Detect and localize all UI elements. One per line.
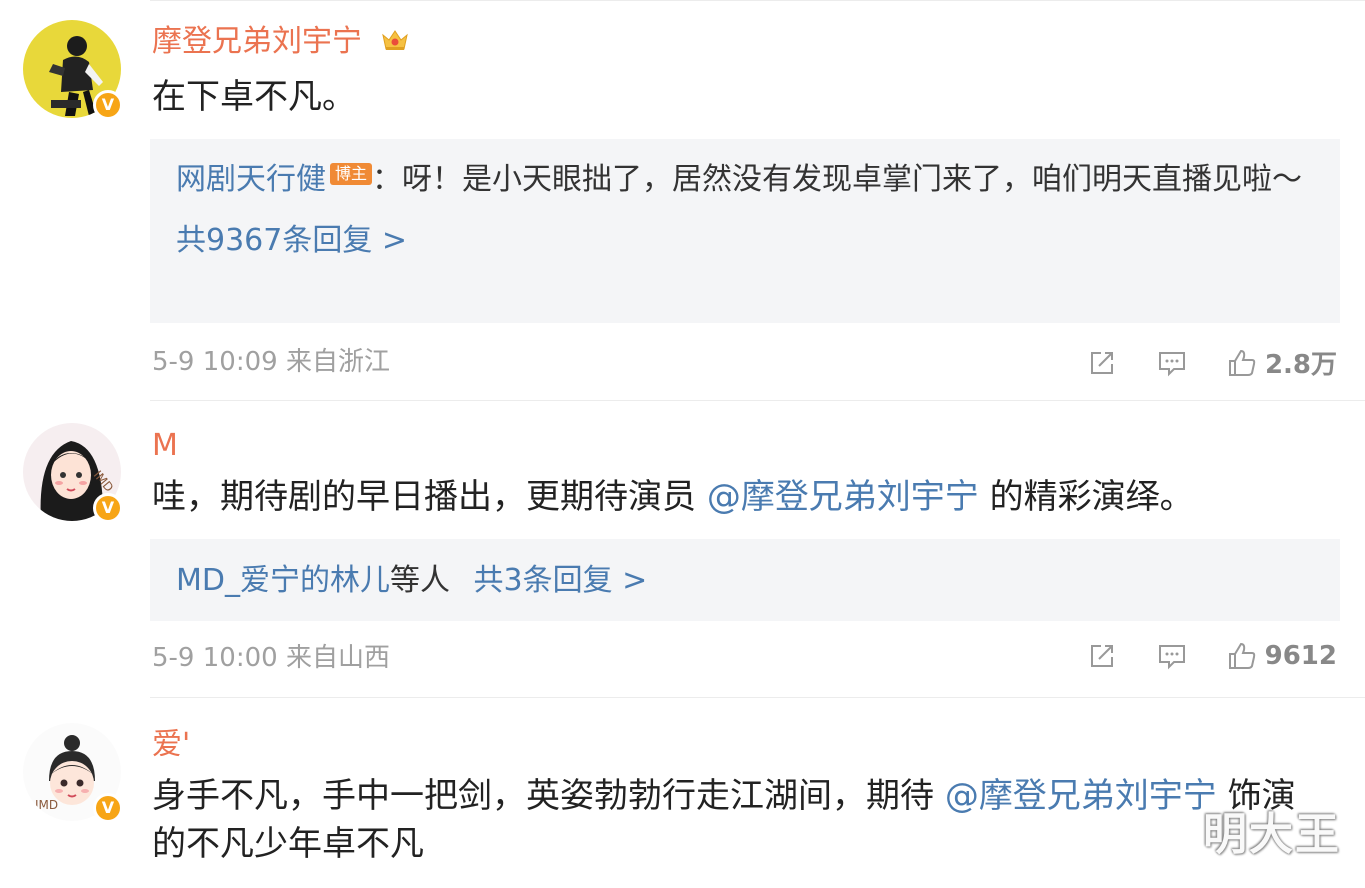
like-button[interactable]: 9612 (1227, 641, 1337, 671)
like-count: 2.8万 (1264, 350, 1337, 380)
comment-actions: 9612 (1047, 641, 1337, 671)
like-icon (1228, 349, 1256, 376)
comment-divider (150, 400, 1365, 401)
reply-author[interactable]: MD_爱宁的林儿 (176, 563, 390, 598)
avatar[interactable]: V (23, 20, 123, 120)
like-count: 9612 (1264, 641, 1337, 671)
username-text[interactable]: 摩登兄弟刘宇宁 (152, 24, 362, 59)
comment-text: 身手不凡，手中一把剑，英姿勃勃行走江湖间，期待 @摩登兄弟刘宇宁 饰演的不凡少年… (152, 772, 1325, 868)
comment-time: 5-9 10:09 (152, 347, 278, 377)
comment-button[interactable] (1157, 348, 1187, 378)
share-button[interactable] (1087, 348, 1117, 378)
top-divider (150, 0, 1365, 1)
comment-text: 哇，期待剧的早日播出，更期待演员 @摩登兄弟刘宇宁 的精彩演绎。 (152, 473, 1325, 521)
comment-text: 在下卓不凡。 (152, 77, 356, 117)
avatar[interactable]: IMD V (23, 723, 123, 823)
share-icon (1090, 351, 1113, 374)
reply-preview[interactable]: MD_爱宁的林儿等人 共3条回复 > (150, 539, 1340, 621)
reply-content: ：呀！是小天眼拙了，居然没有发现卓掌门来了，咱们明天直播见啦～ (372, 162, 1303, 197)
comment-meta: 5-9 10:09 来自浙江 (152, 346, 390, 378)
verified-badge-icon: V (93, 793, 123, 823)
comment-icon (1158, 351, 1185, 376)
share-button[interactable] (1087, 641, 1117, 671)
username[interactable]: 摩登兄弟刘宇宁 (152, 24, 410, 60)
comment-time: 5-9 10:00 (152, 643, 278, 673)
comment-divider (150, 697, 1365, 698)
avatar[interactable]: IMD V (23, 423, 123, 523)
watermark: 明大王 (1203, 809, 1341, 860)
reply-author[interactable]: 网剧天行健 (176, 162, 326, 197)
username-text[interactable]: 爱' (152, 727, 190, 762)
reply-others: 等人 (389, 563, 450, 598)
view-replies-link[interactable]: 共3条回复 > (474, 563, 648, 598)
comment-actions: 2.8万 (1047, 344, 1337, 381)
comment-text-prefix: 哇，期待剧的早日播出，更期待演员 (152, 477, 707, 517)
reply-text: 网剧天行健 博主 ：呀！是小天眼拙了，居然没有发现卓掌门来了，咱们明天直播见啦～ (150, 157, 1340, 203)
reply-summary: MD_爱宁的林儿等人 共3条回复 > (150, 558, 1340, 604)
crown-icon (381, 30, 408, 50)
mention-link[interactable]: @摩登兄弟刘宇宁 (945, 776, 1217, 816)
comment-source: 来自浙江 (285, 347, 390, 377)
comment-icon (1158, 645, 1185, 670)
reply-preview[interactable]: 网剧天行健 博主 ：呀！是小天眼拙了，居然没有发现卓掌门来了，咱们明天直播见啦～ 共… (150, 139, 1340, 323)
share-icon (1090, 645, 1113, 667)
view-replies-link[interactable]: 共9367条回复 > (150, 219, 433, 263)
verified-badge-icon: V (93, 90, 123, 120)
blogger-badge: 博主 (330, 163, 373, 185)
username[interactable]: 爱' (152, 727, 190, 763)
verified-badge-icon: V (93, 493, 123, 523)
username-text[interactable]: M (152, 428, 178, 463)
comment-button[interactable] (1157, 641, 1187, 671)
username[interactable]: M (152, 428, 178, 464)
mention-link[interactable]: @摩登兄弟刘宇宁 (707, 477, 979, 517)
comment-text-prefix: 身手不凡，手中一把剑，英姿勃勃行走江湖间，期待 (152, 776, 945, 816)
svg-text:IMD: IMD (35, 798, 58, 812)
comment-meta: 5-9 10:00 来自山西 (152, 642, 390, 674)
comment-source: 来自山西 (285, 643, 390, 673)
comment-text-suffix: 的精彩演绎。 (978, 477, 1194, 517)
like-button[interactable]: 2.8万 (1227, 344, 1337, 381)
comment-feed: V 摩登兄弟刘宇宁 在下卓不凡。 网剧天行健 博主 ：呀！是小天眼拙了，居然没有发现… (0, 0, 1365, 888)
like-icon (1228, 642, 1255, 669)
